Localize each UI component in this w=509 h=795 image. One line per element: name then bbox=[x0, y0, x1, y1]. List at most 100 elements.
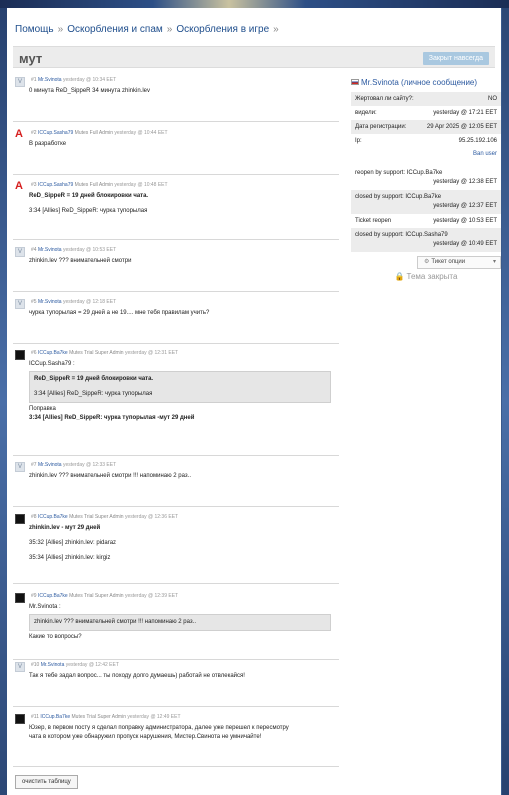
message-time: yesterday @ 12:49 EET bbox=[127, 714, 181, 720]
ticket-options-dropdown[interactable]: ⚙ Тикет опции ▾ bbox=[417, 256, 501, 269]
message-6: #6 ICCup.Ba7ke Mutes Trial Super Admin y… bbox=[15, 350, 331, 423]
message-time: yesterday @ 12:31 EET bbox=[124, 350, 179, 356]
message-text: В разработке bbox=[29, 141, 67, 147]
message-text: чурка тупорылая = 29 дней а не 19.... мн… bbox=[29, 310, 210, 316]
info-value: NO bbox=[488, 96, 497, 102]
topic-closed-status: 🔒 Тема закрыта bbox=[351, 272, 501, 281]
user-icon: V bbox=[15, 247, 25, 257]
message-header: A #3 ICCup.Sasha79 Mutes Full Admin yest… bbox=[15, 180, 331, 192]
message-author[interactable]: Mr.Svinota bbox=[38, 462, 62, 468]
info-row-registered: Дата регистрации: 29 Apr 2025 @ 12:05 EE… bbox=[351, 120, 501, 134]
message-time: yesterday @ 10:34 EET bbox=[62, 77, 117, 83]
message-number: #8 bbox=[31, 514, 37, 520]
quote-block: zhinkin.lev ??? внимательней смотри !!! … bbox=[29, 614, 331, 631]
avatar-icon bbox=[15, 593, 25, 603]
admin-icon: A bbox=[15, 128, 23, 140]
divider bbox=[13, 343, 339, 344]
message-number: #9 bbox=[31, 593, 37, 599]
action-text: reopen by support: ICCup.Ba7ke bbox=[355, 170, 443, 176]
message-header: V #7 Mr.Svinota yesterday @ 12:33 EET bbox=[15, 462, 331, 472]
message-time: yesterday @ 12:18 EET bbox=[62, 299, 117, 305]
message-text: ReD_SippeR = 19 дней блокировки чата. bbox=[29, 193, 149, 199]
message-number: #2 bbox=[31, 130, 37, 136]
message-number: #5 bbox=[31, 299, 37, 305]
breadcrumb: Помощь» Оскорбления и спам» Оскорбления в … bbox=[15, 24, 283, 35]
message-header: #6 ICCup.Ba7ke Mutes Trial Super Admin y… bbox=[15, 350, 331, 360]
message-author[interactable]: ICCup.Ba7ke bbox=[40, 714, 70, 720]
message-author[interactable]: ICCup.Sasha79 bbox=[38, 130, 73, 136]
divider bbox=[13, 121, 339, 122]
action-log-item: Ticket reopen yesterday @ 10:53 EET bbox=[351, 214, 501, 228]
thread-title-bar: мут Закрыт навсегда bbox=[13, 46, 495, 68]
quote-text: 3:34 [Allies] ReD_SippeR: чурка тупорыла… bbox=[34, 391, 153, 397]
message-author[interactable]: ICCup.Ba7ke bbox=[38, 350, 68, 356]
user-icon: V bbox=[15, 77, 25, 87]
info-value: yesterday @ 17:21 EET bbox=[433, 110, 497, 116]
message-role: Mutes Full Admin bbox=[74, 130, 114, 136]
breadcrumb-help[interactable]: Помощь bbox=[15, 24, 54, 35]
divider bbox=[13, 583, 339, 584]
flag-icon bbox=[351, 79, 359, 85]
divider bbox=[13, 506, 339, 507]
ban-user-link[interactable]: Ban user bbox=[351, 148, 501, 160]
breadcrumb-separator: » bbox=[273, 24, 279, 35]
message-author[interactable]: Mr.Svinota bbox=[38, 299, 62, 305]
message-header: A #2 ICCup.Sasha79 Mutes Full Admin yest… bbox=[15, 128, 331, 140]
message-text: zhinkin.lev - мут 29 дней bbox=[29, 525, 101, 531]
breadcrumb-separator: » bbox=[166, 24, 173, 35]
breadcrumb-insults-game[interactable]: Оскорбления в игре bbox=[176, 24, 269, 35]
message-author[interactable]: ICCup.Ba7ke bbox=[38, 514, 68, 520]
message-number: #1 bbox=[31, 77, 37, 83]
message-author[interactable]: ICCup.Ba7ke bbox=[38, 593, 68, 599]
message-header: V #10 Mr.Svinota yesterday @ 12:42 EET bbox=[15, 662, 331, 672]
quote-block: ReD_SippeR = 19 дней блокировки чата. 3:… bbox=[29, 371, 331, 403]
clear-table-button[interactable]: очистить таблицу bbox=[15, 775, 78, 789]
message-role: Mutes Trial Super Admin bbox=[69, 514, 124, 520]
message-time: yesterday @ 12:36 EET bbox=[124, 514, 179, 520]
avatar-icon bbox=[15, 514, 25, 524]
right-background bbox=[502, 8, 509, 795]
admin-icon: A bbox=[15, 180, 23, 192]
message-text: 3:34 [Allies] ReD_SippeR: чурка тупорыла… bbox=[29, 415, 195, 421]
message-8: #8 ICCup.Ba7ke Mutes Trial Super Admin y… bbox=[15, 514, 331, 563]
action-time: yesterday @ 12:37 EET bbox=[433, 203, 497, 209]
message-header: V #5 Mr.Svinota yesterday @ 12:18 EET bbox=[15, 299, 331, 309]
breadcrumb-separator: » bbox=[57, 24, 64, 35]
message-author[interactable]: Mr.Svinota bbox=[41, 662, 65, 668]
action-log-item: closed by support: ICCup.Ba7ke yesterday… bbox=[351, 190, 501, 214]
message-role: Mutes Trial Super Admin bbox=[69, 350, 124, 356]
closed-forever-button[interactable]: Закрыт навсегда bbox=[422, 52, 489, 65]
message-header: V #1 Mr.Svinota yesterday @ 10:34 EET bbox=[15, 77, 331, 87]
message-header: #11 ICCup.Ba7ke Mutes Trial Super Admin … bbox=[15, 714, 331, 724]
info-label: Жертовал ли сайту?: bbox=[355, 96, 414, 102]
user-info-name[interactable]: Mr.Svinota (личное сообщение) bbox=[361, 78, 477, 87]
user-icon: V bbox=[15, 299, 25, 309]
quote-author: ICCup.Sasha79 : bbox=[29, 361, 75, 367]
info-label: видели: bbox=[355, 110, 377, 116]
message-time: yesterday @ 12:33 EET bbox=[62, 462, 117, 468]
message-header: #8 ICCup.Ba7ke Mutes Trial Super Admin y… bbox=[15, 514, 331, 524]
message-text: Так я тебе задал вопрос... ты походу дол… bbox=[29, 673, 245, 679]
message-2: A #2 ICCup.Sasha79 Mutes Full Admin yest… bbox=[15, 128, 331, 149]
action-text: closed by support: ICCup.Ba7ke bbox=[355, 194, 442, 200]
message-author[interactable]: Mr.Svinota bbox=[38, 77, 62, 83]
message-text: zhinkin.lev ??? внимательней смотри bbox=[29, 258, 132, 264]
message-text: Поправка bbox=[29, 406, 56, 412]
message-3: A #3 ICCup.Sasha79 Mutes Full Admin yest… bbox=[15, 180, 331, 216]
message-author[interactable]: Mr.Svinota bbox=[38, 247, 62, 253]
avatar-icon bbox=[15, 714, 25, 724]
message-text: Какие то вопросы? bbox=[29, 634, 82, 640]
action-log-item: reopen by support: ICCup.Ba7ke yesterday… bbox=[351, 166, 501, 190]
message-role: Mutes Trial Super Admin bbox=[69, 593, 124, 599]
message-author[interactable]: ICCup.Sasha79 bbox=[38, 182, 73, 188]
header-banner bbox=[0, 0, 509, 8]
gear-icon: ⚙ bbox=[424, 259, 430, 265]
breadcrumb-insults-spam[interactable]: Оскорбления и спам bbox=[67, 24, 163, 35]
action-time: yesterday @ 10:53 EET bbox=[433, 218, 497, 224]
message-role: Mutes Full Admin bbox=[74, 182, 114, 188]
message-text: чата в котором уже обнаружил пропуск нар… bbox=[29, 734, 262, 740]
chevron-down-icon: ▾ bbox=[492, 259, 496, 265]
message-10: V #10 Mr.Svinota yesterday @ 12:42 EET Т… bbox=[15, 662, 331, 681]
message-11: #11 ICCup.Ba7ke Mutes Trial Super Admin … bbox=[15, 714, 331, 742]
message-number: #4 bbox=[31, 247, 37, 253]
